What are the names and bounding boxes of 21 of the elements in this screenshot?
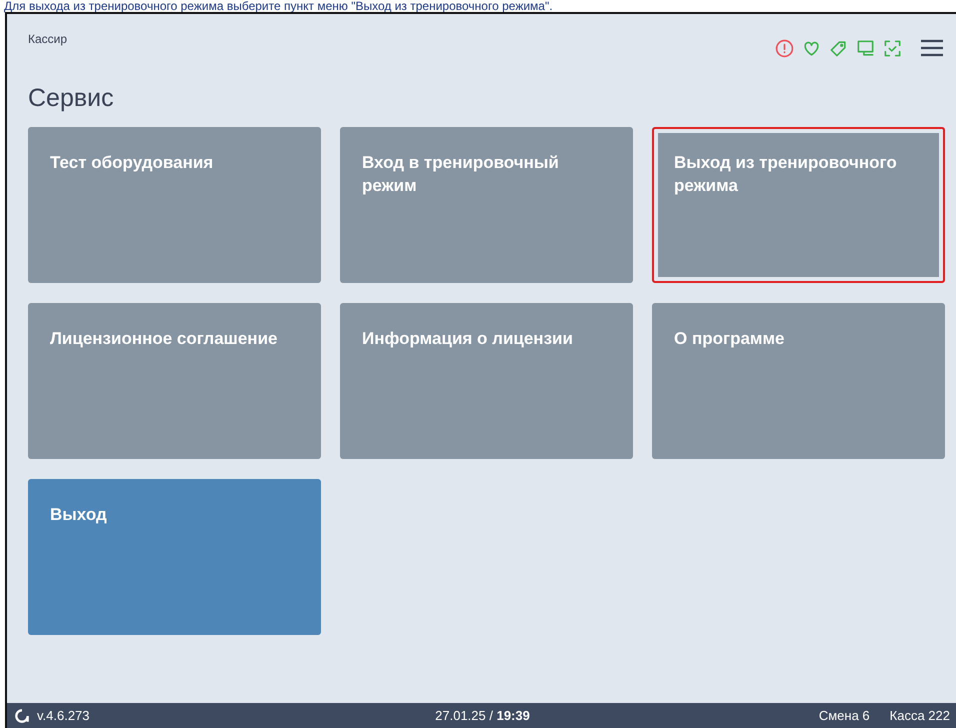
tag-icon[interactable] xyxy=(829,38,848,58)
scan-icon[interactable] xyxy=(883,38,902,58)
version-text: v.4.6.273 xyxy=(37,708,90,723)
menu-tile[interactable]: Информация о лицензии xyxy=(340,303,633,459)
date-time: 27.01.25 / 19:39 xyxy=(435,708,530,723)
heart-icon[interactable] xyxy=(802,38,821,58)
menu-tile[interactable]: Тест оборудования xyxy=(28,127,321,283)
page-title: Сервис xyxy=(28,84,115,113)
register-text: Касса 222 xyxy=(890,708,950,723)
menu-tile[interactable]: Выход из тренировочного режима xyxy=(652,127,945,283)
shift-text: Смена 6 xyxy=(818,708,870,723)
menu-tile[interactable]: О программе xyxy=(652,303,945,459)
menu-tile[interactable]: Лицензионное соглашение xyxy=(28,303,321,459)
alert-icon[interactable] xyxy=(775,38,794,58)
menu-icon[interactable] xyxy=(920,38,944,58)
menu-tile[interactable]: Вход в тренировочный режим xyxy=(340,127,633,283)
monitor-icon[interactable] xyxy=(856,38,875,58)
user-role: Кассир xyxy=(28,32,68,46)
logo-icon xyxy=(15,708,29,722)
menu-tile[interactable]: Выход xyxy=(28,479,321,635)
caption-text: Для выхода из тренировочного режима выберите пункт меню "Выход из тренировочного режима". xyxy=(3,0,554,12)
